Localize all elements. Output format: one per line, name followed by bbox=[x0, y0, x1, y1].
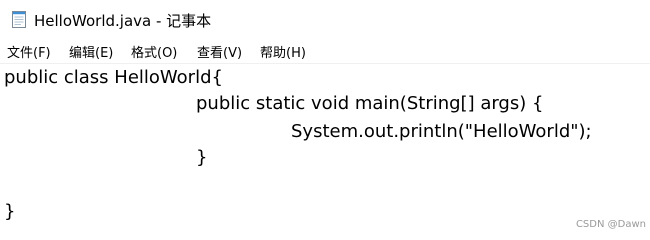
menu-view[interactable]: 查看(V) bbox=[197, 42, 242, 61]
menu-format[interactable]: 格式(O) bbox=[131, 42, 177, 61]
menu-bar: 文件(F) 编辑(E) 格式(O) 查看(V) 帮助(H) bbox=[0, 38, 650, 63]
menu-help[interactable]: 帮助(H) bbox=[260, 42, 306, 61]
code-line: } bbox=[196, 147, 208, 168]
code-line: System.out.println("HelloWorld"); bbox=[291, 121, 592, 142]
title-bar[interactable]: HelloWorld.java - 记事本 bbox=[0, 0, 650, 38]
code-line: public class HelloWorld{ bbox=[4, 67, 223, 88]
menu-edit[interactable]: 编辑(E) bbox=[69, 42, 113, 61]
code-line: public static void main(String[] args) { bbox=[196, 93, 544, 114]
text-editor-area[interactable]: public class HelloWorld{ public static v… bbox=[0, 64, 650, 240]
window-title: HelloWorld.java - 记事本 bbox=[34, 12, 212, 30]
notepad-window: HelloWorld.java - 记事本 文件(F) 编辑(E) 格式(O) … bbox=[0, 0, 650, 240]
code-line: } bbox=[4, 201, 16, 222]
menu-file[interactable]: 文件(F) bbox=[7, 42, 51, 61]
watermark: CSDN @Dawn bbox=[575, 219, 646, 230]
notepad-icon bbox=[12, 11, 26, 28]
